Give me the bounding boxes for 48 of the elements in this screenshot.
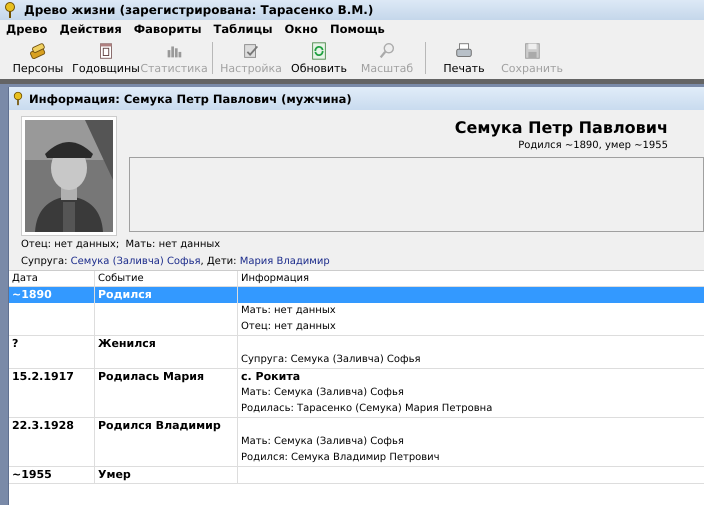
search-icon [377, 41, 397, 61]
parents-text: Отец: нет данных; Мать: нет данных [21, 239, 220, 250]
menu-item[interactable]: Действия [53, 22, 128, 36]
column-header[interactable]: Событие [95, 271, 238, 286]
menu-item[interactable]: Фавориты [128, 22, 208, 36]
panel-title: Информация: Семука Петр Павлович (мужчина) [29, 92, 352, 106]
menu-item[interactable]: Окно [278, 22, 324, 36]
column-header[interactable]: Дата [9, 271, 95, 286]
window-title: Древо жизни (зарегистрирована: Тарасенко В.М.) [24, 3, 374, 17]
child-link[interactable]: Мария [240, 256, 274, 267]
toolbar-button[interactable]: Персоны [4, 41, 72, 75]
table-cell: 22.3.1928 [9, 418, 95, 466]
books-icon [28, 41, 48, 61]
refresh-icon [309, 41, 329, 61]
column-header[interactable]: Информация [238, 271, 704, 286]
key-icon [4, 2, 16, 18]
place-text: с. Рокита [241, 370, 300, 383]
toolbar-button[interactable]: Печать [430, 41, 498, 75]
menu-item[interactable]: Помощь [324, 22, 391, 36]
person-name: Семука Петр Павлович [454, 118, 669, 137]
spouse-label: Супруга: [21, 256, 68, 267]
detail-text: Мать: Семука (Заливча) Софья [241, 387, 404, 398]
toolbar-button[interactable]: Обновить [285, 41, 353, 75]
table-cell: Родился Владимир [95, 418, 238, 466]
detail-text: Родился: Семука Владимир Петрович [241, 452, 440, 463]
lifespan-text: Родился ~1890, умер ~1955 [518, 140, 669, 151]
table-cell: ~1955 [9, 467, 95, 483]
detail-text: Отец: нет данных [241, 321, 336, 332]
table-cell: Родилась Мария [95, 369, 238, 417]
detail-text: Супруга: Семука (Заливча) Софья [241, 354, 420, 365]
save-icon [522, 41, 542, 61]
table-cell: Умер [95, 467, 238, 483]
menu-item[interactable]: Таблицы [207, 22, 279, 36]
detail-text: Родилась: Тарасенко (Семука) Мария Петровна [241, 403, 492, 414]
table-cell: 15.2.1917 [9, 369, 95, 417]
detail-text: Мать: Семука (Заливча) Софья [241, 436, 404, 447]
table-cell: Родился [95, 287, 238, 335]
child-link[interactable]: Владимир [276, 256, 330, 267]
detail-text: Мать: нет данных [241, 305, 336, 316]
toolbar-button[interactable]: Годовщины [72, 41, 140, 75]
settings-icon [241, 41, 261, 61]
spouse-link[interactable]: Семука (Заливча) Софья [70, 256, 200, 267]
key-icon [13, 91, 23, 106]
table-cell: ? [9, 336, 95, 368]
table-cell: Женился [95, 336, 238, 368]
table-cell: ~1890 [9, 287, 95, 335]
menu-item[interactable]: Древо [0, 22, 54, 36]
children-label: , Дети: [200, 256, 237, 267]
